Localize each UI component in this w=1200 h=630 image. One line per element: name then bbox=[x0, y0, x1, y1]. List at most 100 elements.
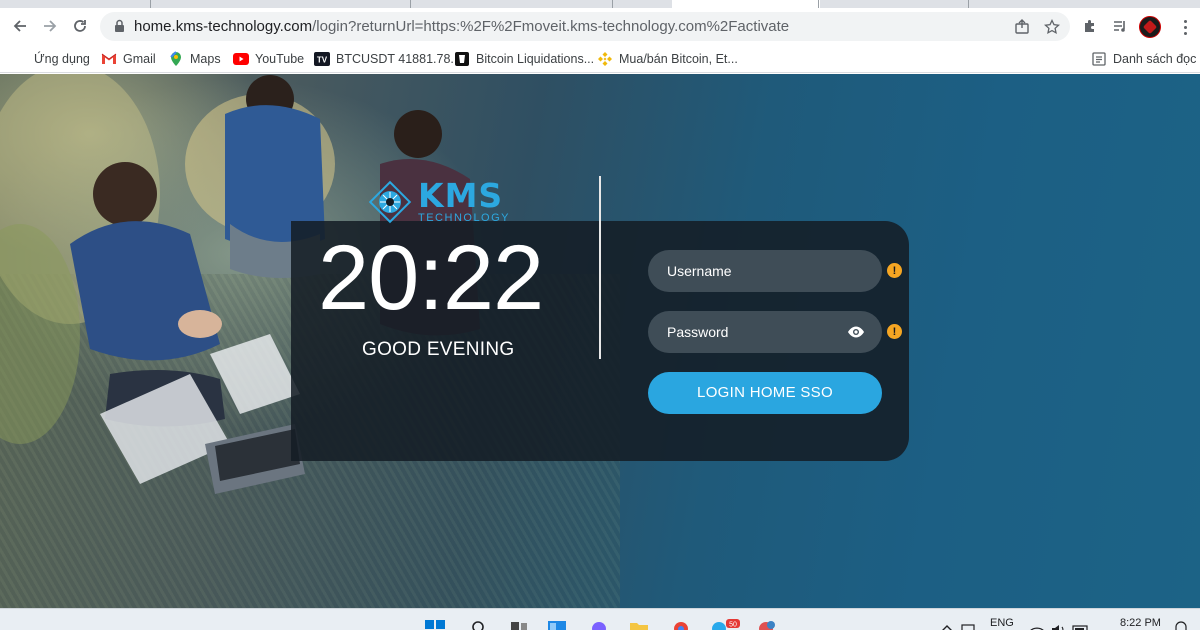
tray-app-button[interactable] bbox=[958, 619, 980, 630]
browser-tab[interactable] bbox=[0, 0, 140, 8]
kms-logo: KMS TECHNOLOGY bbox=[368, 179, 510, 224]
binance-icon bbox=[597, 51, 613, 67]
file-explorer-button[interactable] bbox=[628, 619, 650, 630]
apps-grid-icon bbox=[12, 51, 28, 67]
bookmark-label: Ứng dụng bbox=[34, 52, 90, 66]
liquidations-icon bbox=[454, 51, 470, 67]
tab-separator bbox=[968, 0, 969, 8]
bookmark-label: Bitcoin Liquidations... bbox=[476, 52, 595, 66]
start-button[interactable] bbox=[424, 619, 446, 630]
windows-logo-icon bbox=[425, 620, 445, 629]
password-input[interactable] bbox=[667, 324, 837, 340]
password-warning-icon: ! bbox=[887, 324, 902, 339]
profile-avatar[interactable] bbox=[1139, 16, 1161, 38]
taskbar-search[interactable] bbox=[468, 619, 490, 630]
telegram-icon: 50 bbox=[712, 619, 740, 630]
reload-button[interactable] bbox=[68, 14, 92, 38]
maps-icon bbox=[168, 51, 184, 67]
back-button[interactable] bbox=[8, 14, 32, 38]
brand-name: KMS bbox=[418, 176, 504, 215]
bookmark-binance[interactable]: Mua/bán Bitcoin, Et... bbox=[597, 49, 738, 69]
share-button[interactable] bbox=[1012, 17, 1032, 37]
search-icon bbox=[472, 621, 484, 630]
chat-button[interactable] bbox=[588, 619, 610, 630]
app-taskbar-button[interactable] bbox=[756, 619, 778, 630]
back-arrow-icon bbox=[13, 20, 26, 32]
bookmark-gmail[interactable]: Gmail bbox=[101, 49, 156, 69]
bookmark-label: YouTube bbox=[255, 52, 305, 66]
lock-icon bbox=[115, 19, 124, 32]
bookmark-label: Maps bbox=[190, 52, 221, 66]
extensions-button[interactable] bbox=[1078, 14, 1102, 38]
chrome-taskbar-button[interactable] bbox=[670, 619, 692, 630]
tab-separator bbox=[150, 0, 151, 8]
task-view-icon bbox=[511, 622, 527, 630]
widgets-button[interactable] bbox=[546, 619, 568, 630]
username-field[interactable] bbox=[648, 250, 882, 292]
browser-menu-button[interactable] bbox=[1176, 18, 1194, 36]
volume-icon[interactable] bbox=[1048, 619, 1070, 630]
puzzle-icon bbox=[1085, 20, 1094, 32]
app-icon bbox=[759, 621, 775, 630]
greeting-text: GOOD EVENING bbox=[362, 339, 515, 360]
tab-separator bbox=[612, 0, 613, 8]
tab-separator bbox=[410, 0, 411, 8]
widgets-icon bbox=[548, 621, 566, 630]
taskbar-clock[interactable]: 8:22 PM bbox=[1120, 617, 1161, 629]
address-bar[interactable]: home.kms-technology.com/login?returnUrl=… bbox=[100, 12, 1070, 41]
share-icon bbox=[1015, 19, 1029, 34]
username-warning-icon: ! bbox=[887, 263, 902, 278]
active-browser-tab[interactable] bbox=[672, 0, 820, 8]
url-text: home.kms-technology.com/login?returnUrl=… bbox=[134, 18, 790, 35]
reading-list-button[interactable]: Danh sách đọc bbox=[1091, 49, 1196, 69]
chrome-icon bbox=[674, 622, 688, 630]
windows-taskbar: 50 ENG 8:22 PM bbox=[0, 608, 1200, 630]
bookmark-star-button[interactable] bbox=[1042, 17, 1062, 37]
svg-text:TV: TV bbox=[317, 56, 328, 65]
battery-icon[interactable] bbox=[1070, 619, 1092, 630]
notification-button[interactable] bbox=[1170, 619, 1192, 630]
username-input[interactable] bbox=[667, 263, 837, 279]
kms-sunburst-icon bbox=[368, 180, 412, 223]
bookmark-apps[interactable]: Ứng dụng bbox=[12, 49, 90, 69]
clock-display: 20:22 bbox=[318, 227, 544, 329]
login-sso-button[interactable]: LOGIN HOME SSO bbox=[648, 372, 882, 414]
telegram-taskbar-button[interactable]: 50 bbox=[708, 619, 740, 630]
language-indicator[interactable]: ENG bbox=[990, 617, 1014, 629]
bookmark-liquidations[interactable]: Bitcoin Liquidations... bbox=[454, 49, 594, 69]
tab-separator bbox=[818, 0, 819, 8]
bookmark-label: BTCUSDT 41881.78... bbox=[336, 52, 461, 66]
notification-icon bbox=[1175, 621, 1187, 630]
bookmark-label: Mua/bán Bitcoin, Et... bbox=[619, 52, 738, 66]
media-control-button[interactable] bbox=[1108, 14, 1132, 38]
bookmark-label: Gmail bbox=[123, 52, 156, 66]
tradingview-icon: TV bbox=[314, 51, 330, 67]
tray-app-icon bbox=[961, 624, 975, 630]
playlist-icon bbox=[1114, 21, 1125, 32]
card-divider bbox=[599, 176, 601, 359]
folder-icon bbox=[630, 623, 648, 630]
password-field[interactable] bbox=[648, 311, 882, 353]
youtube-icon bbox=[233, 51, 249, 67]
reload-icon bbox=[74, 20, 86, 32]
bookmark-maps[interactable]: Maps bbox=[168, 49, 221, 69]
reading-list-icon bbox=[1091, 51, 1107, 67]
tab-strip bbox=[0, 0, 1200, 8]
star-icon bbox=[1044, 19, 1060, 35]
gmail-icon bbox=[101, 51, 117, 67]
eye-icon[interactable] bbox=[847, 323, 865, 341]
browser-toolbar: home.kms-technology.com/login?returnUrl=… bbox=[0, 8, 1200, 44]
network-icon[interactable] bbox=[1026, 619, 1048, 630]
chat-icon bbox=[592, 622, 606, 630]
bookmark-btcusdt[interactable]: TV BTCUSDT 41881.78... bbox=[314, 49, 461, 69]
task-view-button[interactable] bbox=[508, 619, 530, 630]
bookmark-youtube[interactable]: YouTube bbox=[233, 49, 304, 69]
reading-list-label: Danh sách đọc bbox=[1113, 52, 1197, 66]
forward-arrow-icon bbox=[44, 20, 57, 32]
chevron-up-icon bbox=[942, 625, 952, 630]
brand-subtitle: TECHNOLOGY bbox=[418, 212, 511, 224]
bookmarks-bar: Ứng dụng Gmail Maps YouTube TV BTCUSDT 4… bbox=[0, 44, 1200, 73]
tray-overflow-button[interactable] bbox=[936, 619, 958, 630]
forward-button[interactable] bbox=[38, 14, 62, 38]
svg-text:50: 50 bbox=[729, 622, 737, 629]
